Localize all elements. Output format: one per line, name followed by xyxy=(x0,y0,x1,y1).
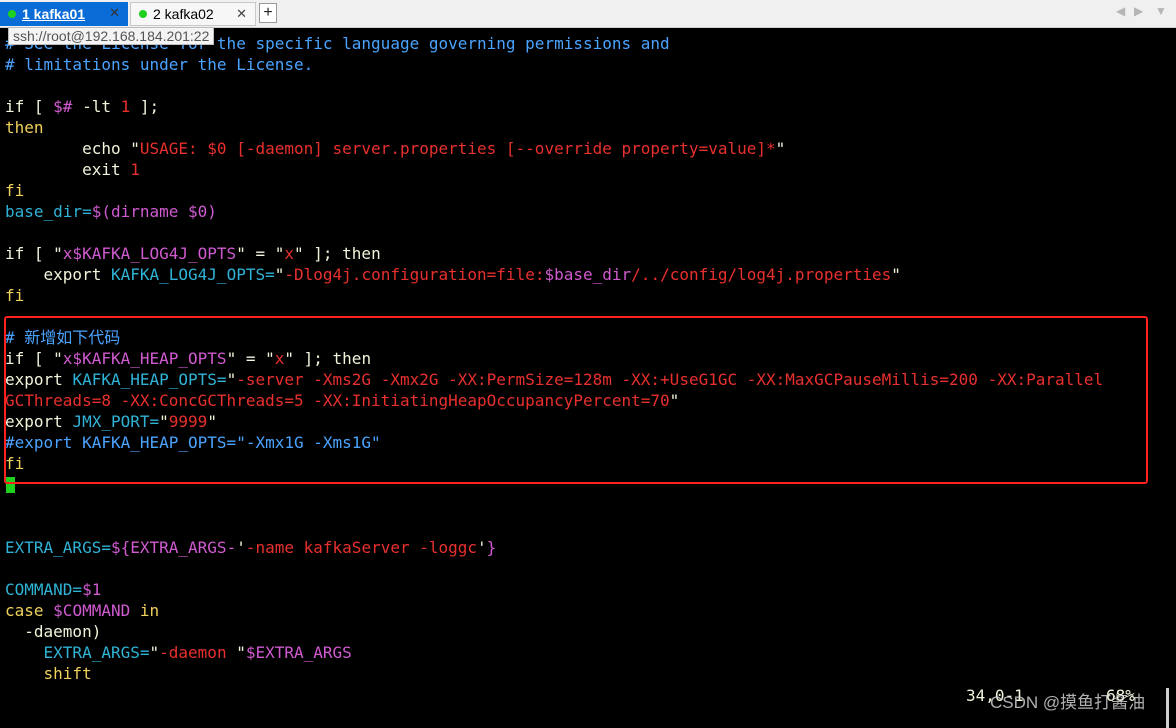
code-line: export JMX_PORT="9999" xyxy=(5,412,217,431)
tab-label: 2 kafka02 xyxy=(153,6,214,22)
tab-label: 1 kafka01 xyxy=(22,6,86,22)
terminal-editor[interactable]: # See the License for the specific langu… xyxy=(0,28,1160,720)
connected-status-icon xyxy=(8,10,16,18)
code-line: EXTRA_ARGS="-daemon "$EXTRA_ARGS xyxy=(5,643,352,662)
code-line: exit 1 xyxy=(5,160,140,179)
connection-tooltip: ssh://root@192.168.184.201:22 xyxy=(8,27,215,45)
tab-menu-icon[interactable]: ▼ xyxy=(1155,4,1167,18)
code-line: export KAFKA_LOG4J_OPTS="-Dlog4j.configu… xyxy=(5,265,901,284)
code-line: -daemon) xyxy=(5,622,102,641)
code-line: # 新增如下代码 xyxy=(5,328,121,347)
code-line: echo "USAGE: $0 [-daemon] server.propert… xyxy=(5,139,786,158)
code-line: fi xyxy=(5,454,25,473)
code-line: if [ "x$KAFKA_LOG4J_OPTS" = "x" ]; then xyxy=(5,244,381,263)
code-line: then xyxy=(5,118,44,137)
code-line: if [ "x$KAFKA_HEAP_OPTS" = "x" ]; then xyxy=(5,349,372,368)
code-line: fi xyxy=(5,181,25,200)
new-tab-button[interactable]: + xyxy=(259,3,277,23)
code-line: fi xyxy=(5,286,25,305)
close-tab-icon[interactable]: ✕ xyxy=(236,6,247,22)
code-line: shift xyxy=(5,664,92,683)
code-line: # limitations under the License. xyxy=(5,55,314,74)
tab-kafka01[interactable]: 1 kafka01 ✕ xyxy=(0,2,128,26)
code-line: if [ $# -lt 1 ]; xyxy=(5,97,160,116)
code-line: base_dir=$(dirname $0) xyxy=(5,202,217,221)
text-cursor xyxy=(6,477,15,493)
scroll-tabs-left-icon[interactable]: ◀ xyxy=(1116,4,1125,18)
vertical-scrollbar[interactable] xyxy=(1160,28,1176,728)
tab-kafka02[interactable]: 2 kafka02 ✕ xyxy=(130,2,256,26)
session-tab-bar: 1 kafka01 ✕ 2 kafka02 ✕ + ◀ ▶ ▼ xyxy=(0,0,1176,28)
watermark: CSDN @摸鱼打酱油 xyxy=(990,693,1146,712)
scrollbar-thumb[interactable] xyxy=(1166,688,1169,728)
close-tab-icon[interactable]: ✕ xyxy=(109,5,120,21)
code-line: export KAFKA_HEAP_OPTS="-server -Xms2G -… xyxy=(5,370,1104,389)
code-line: #export KAFKA_HEAP_OPTS="-Xmx1G -Xms1G" xyxy=(5,433,381,452)
connected-status-icon xyxy=(139,10,147,18)
code-line: GCThreads=8 -XX:ConcGCThreads=5 -XX:Init… xyxy=(5,391,680,410)
scroll-tabs-right-icon[interactable]: ▶ xyxy=(1134,4,1143,18)
code-line: case $COMMAND in xyxy=(5,601,160,620)
code-line: EXTRA_ARGS=${EXTRA_ARGS-'-name kafkaServ… xyxy=(5,538,497,557)
code-line: COMMAND=$1 xyxy=(5,580,102,599)
